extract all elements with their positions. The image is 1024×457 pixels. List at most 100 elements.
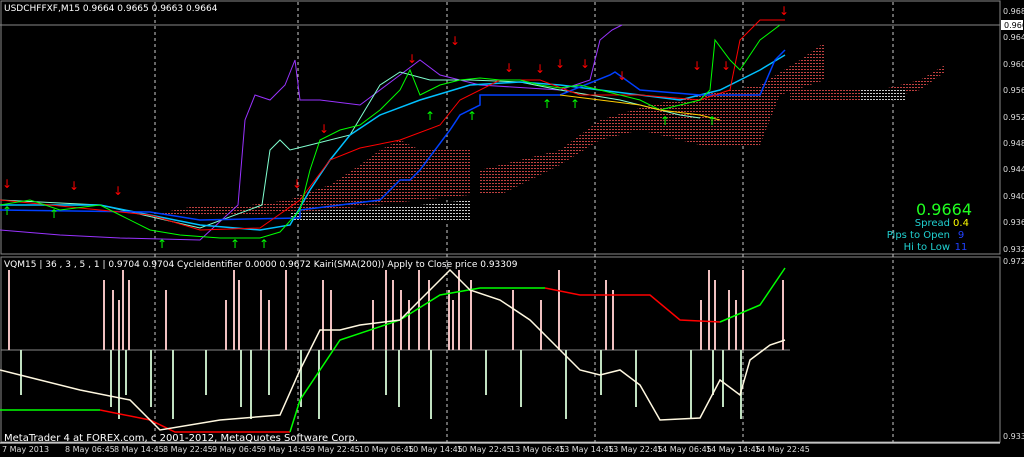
up-arrow: ↑ [425, 109, 435, 123]
cycle-spike-up [452, 300, 454, 350]
day-separators [154, 2, 894, 442]
time-tick: 14 May 06:45 [657, 445, 712, 454]
sub-top-tick: 0.9721 [1003, 257, 1024, 266]
cycle-spike-up [540, 300, 542, 350]
time-tick: 13 May 06:45 [510, 445, 565, 454]
cycle-spike-down [635, 350, 637, 407]
cycle-spike-down [250, 350, 252, 419]
cycle-spike-down [485, 350, 487, 395]
time-tick: 10 May 06:45 [359, 445, 414, 454]
time-tick: 9 May 14:45 [261, 445, 311, 454]
cycle-spike-up [392, 280, 394, 350]
cycle-spike-up [408, 300, 410, 350]
cycle-spike-up [612, 290, 614, 350]
cycle-spike-up [330, 290, 332, 350]
cycle-spike-up [285, 270, 287, 350]
down-arrow: ↓ [319, 122, 329, 136]
cycle-spike-up [448, 290, 450, 350]
down-arrow: ↓ [779, 4, 789, 18]
up-arrow: ↑ [259, 237, 269, 251]
info-spread: Spread 0.4 [915, 218, 972, 229]
vqm-up [289, 287, 545, 433]
up-arrow: ↑ [2, 204, 12, 218]
current-price-label: 0.9664 [1004, 21, 1024, 30]
cycle-spike-down [520, 350, 522, 407]
chart-canvas[interactable]: ↓ ↓ ↓ ↓ ↓ ↓ ↓ ↓ ↓ ↓ ↓ ↓ ↓ ↓ ↓ ↑ ↑ ↑ ↑ ↑ ↑ ↑ ↑ ↑ ↑ ↑ [0, 0, 1024, 457]
cycle-spike-up [165, 290, 167, 350]
cycle-spike-up [708, 270, 710, 350]
cycle-spike-up [385, 270, 387, 350]
down-arrow: ↓ [555, 57, 565, 71]
hi-low-value: 11 [954, 242, 968, 253]
time-tick: 8 May 14:45 [114, 445, 164, 454]
up-arrow: ↑ [157, 237, 167, 251]
down-arrow: ↓ [407, 52, 417, 66]
info-price: 0.9664 [916, 200, 972, 219]
cycle-spike-down [398, 350, 400, 407]
cycle-spike-down [740, 350, 742, 419]
down-arrow: ↓ [113, 184, 123, 198]
cycle-spike-up [372, 300, 374, 350]
price-tick: 0.9485 [1003, 139, 1024, 148]
cycle-spike-up [118, 300, 120, 350]
cycle-spike-up [418, 270, 420, 350]
up-arrow: ↑ [542, 97, 552, 111]
hi-low-label: Hi to Low [903, 242, 950, 253]
cycle-spike-up [700, 300, 702, 350]
down-arrow: ↓ [450, 34, 460, 48]
sub-window-title: VQM15 | 36 , 3 , 5 , 1 | 0.9704 0.9704 C… [4, 260, 518, 270]
cycle-spike-up [728, 290, 730, 350]
up-arrow: ↑ [707, 114, 717, 128]
down-arrow: ↓ [580, 57, 590, 71]
cycle-spike-up [714, 280, 716, 350]
cycle-spike-down [430, 350, 432, 419]
cycle-spike-up [122, 270, 124, 350]
cycle-spike-up [605, 280, 607, 350]
pips-open-label: Pips to Open [886, 230, 950, 241]
down-arrow: ↓ [721, 59, 731, 73]
cycle-spike-up [128, 280, 130, 350]
cycle-spike-down [722, 350, 724, 407]
copyright-footer: MetaTrader 4 at FOREX.com, c 2001-2012, … [4, 433, 359, 444]
cycle-spike-down [565, 350, 567, 419]
price-tick: 0.9645 [1003, 33, 1024, 43]
cycle-spike-down [385, 350, 387, 395]
time-tick: 10 May 22:45 [457, 445, 512, 454]
spread-value: 0.4 [953, 218, 969, 229]
price-tick: 0.9685 [1003, 7, 1024, 16]
cycle-spike-down [268, 350, 270, 395]
time-tick: 9 May 22:45 [310, 445, 360, 454]
price-tick: 0.9445 [1003, 165, 1024, 175]
cycle-spike-up [260, 290, 262, 350]
time-tick: 14 May 14:45 [706, 445, 761, 454]
price-tick: 0.9405 [1003, 191, 1024, 201]
cycle-spike-up [112, 290, 114, 350]
cycle-spike-down [150, 350, 152, 407]
up-arrow: ↑ [660, 114, 670, 128]
cycle-spike-down [600, 350, 602, 395]
vqm-down [544, 287, 721, 323]
down-arrow: ↓ [2, 177, 12, 191]
cycle-spike-up [782, 280, 784, 350]
up-arrow: ↑ [49, 207, 59, 221]
ichimoku-cloud [150, 42, 945, 222]
pips-open-value: 9 [957, 230, 965, 241]
down-arrow: ↓ [535, 62, 545, 76]
time-tick: 14 May 22:45 [755, 445, 810, 454]
cycle-spike-down [172, 350, 174, 419]
cycle-spike-up [558, 270, 560, 350]
cycle-spike-down [125, 350, 127, 395]
time-tick: 10 May 14:45 [408, 445, 463, 454]
time-tick: 9 May 06:45 [212, 445, 262, 454]
cycle-spike-up [735, 300, 737, 350]
main-chart-title: USDCHFFXF,M15 0.9664 0.9665 0.9663 0.966… [4, 4, 218, 14]
cycle-spike-up [322, 280, 324, 350]
cycle-spike-down [240, 350, 242, 407]
up-arrow: ↑ [570, 97, 580, 111]
time-tick: 7 May 2013 [2, 445, 50, 454]
price-tick: 0.9525 [1003, 112, 1024, 122]
spread-label: Spread [914, 218, 950, 229]
price-tick: 0.9565 [1003, 86, 1024, 96]
down-arrow: ↓ [292, 177, 302, 191]
cycle-spike-down [690, 350, 692, 419]
